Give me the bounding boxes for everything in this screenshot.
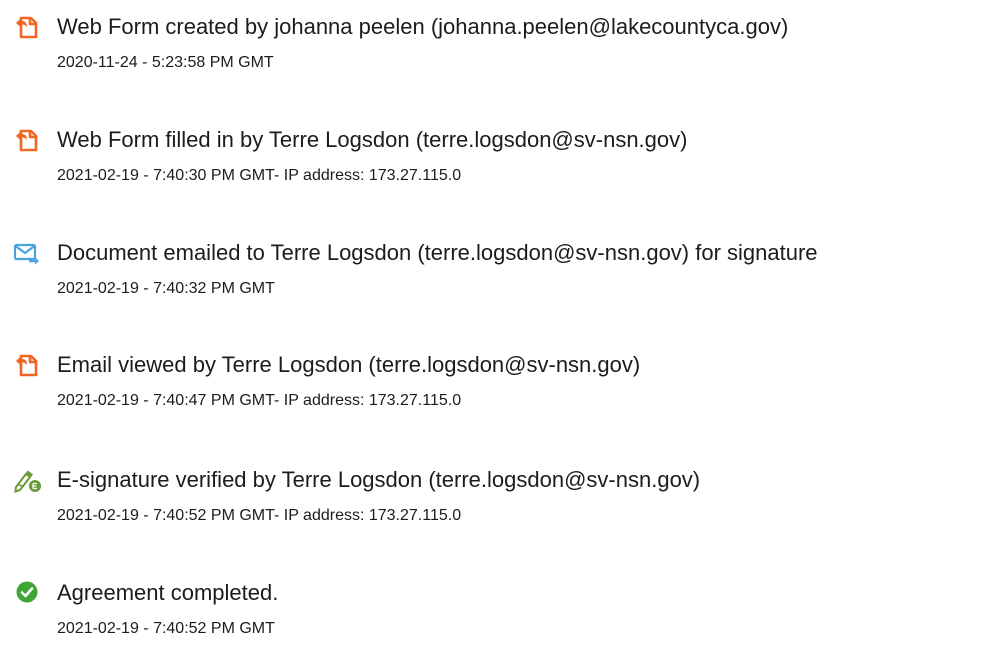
document-form-icon: [12, 350, 42, 380]
event-description: E-signature verified by Terre Logsdon (t…: [57, 467, 701, 492]
event-description: Email viewed by Terre Logsdon (terre.log…: [57, 352, 641, 377]
audit-event: Web Form filled in by Terre Logsdon (ter…: [0, 125, 984, 205]
audit-event: Email viewed by Terre Logsdon (terre.log…: [0, 350, 984, 430]
check-circle-icon: [12, 578, 42, 608]
event-timestamp: 2021-02-19 - 7:40:52 PM GMT- IP address:…: [57, 507, 462, 524]
event-timestamp: 2021-02-19 - 7:40:52 PM GMT: [57, 620, 275, 637]
event-timestamp: 2021-02-19 - 7:40:47 PM GMT- IP address:…: [57, 392, 462, 409]
event-timestamp: 2021-02-19 - 7:40:32 PM GMT: [57, 280, 275, 297]
document-form-icon: [12, 125, 42, 155]
event-description: Web Form created by johanna peelen (joha…: [57, 14, 789, 39]
event-timestamp: 2020-11-24 - 5:23:58 PM GMT: [57, 54, 274, 71]
audit-event: E-signature verified by Terre Logsdon (t…: [0, 465, 984, 545]
audit-event: Web Form created by johanna peelen (joha…: [0, 12, 984, 92]
audit-event: Document emailed to Terre Logsdon (terre…: [0, 238, 984, 318]
event-description: Document emailed to Terre Logsdon (terre…: [57, 240, 818, 265]
event-timestamp: 2021-02-19 - 7:40:30 PM GMT- IP address:…: [57, 167, 462, 184]
document-form-icon: [12, 12, 42, 42]
event-description: Agreement completed.: [57, 580, 279, 605]
esignature-pen-icon: [12, 465, 42, 495]
event-description: Web Form filled in by Terre Logsdon (ter…: [57, 127, 688, 152]
audit-event: Agreement completed. 2021-02-19 - 7:40:5…: [0, 578, 984, 658]
email-sent-icon: [12, 238, 42, 268]
